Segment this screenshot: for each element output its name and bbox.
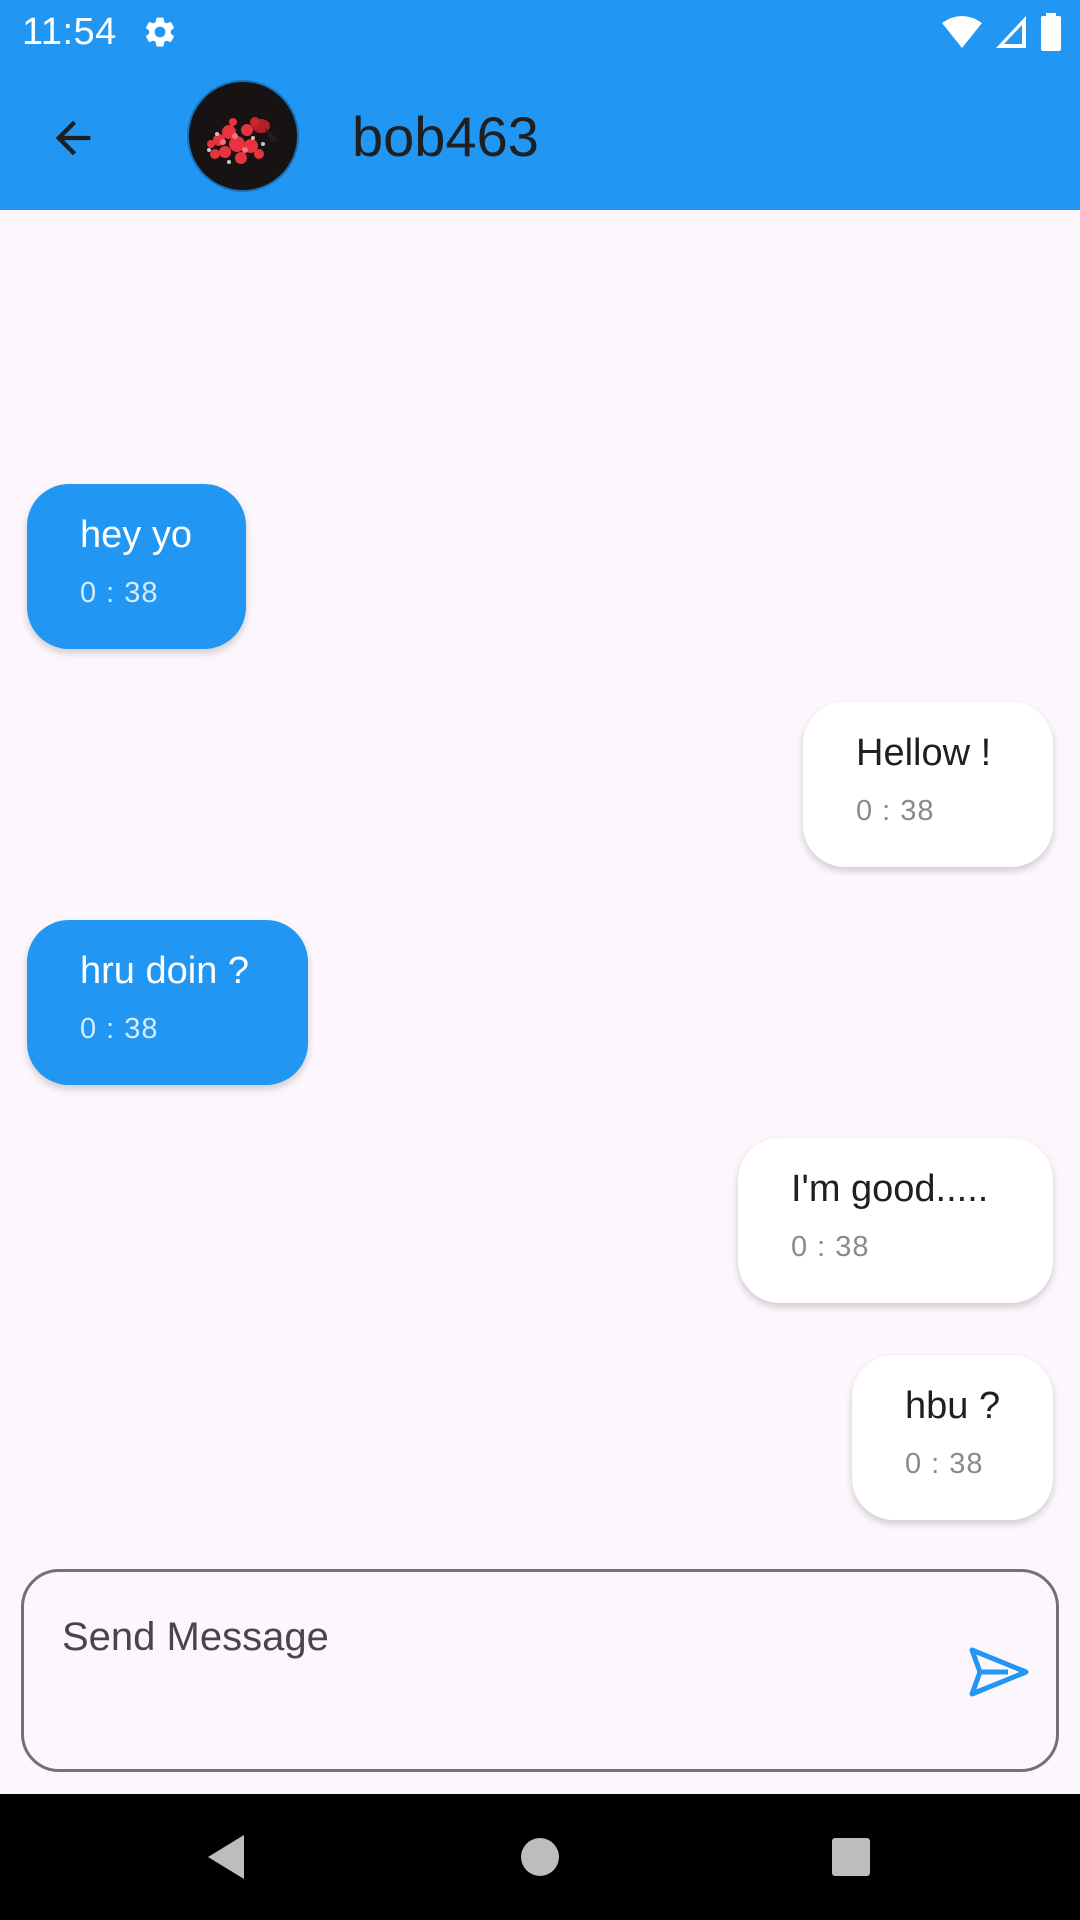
- back-nav-icon: [208, 1835, 244, 1879]
- status-icons: [942, 12, 1062, 52]
- message-text: hey yo: [80, 514, 192, 556]
- message-input[interactable]: [62, 1607, 912, 1667]
- avatar-image: [189, 82, 297, 190]
- message-bubble-incoming[interactable]: hey yo 0 : 38: [27, 484, 246, 649]
- nav-recents-button[interactable]: [811, 1822, 891, 1892]
- back-button[interactable]: [38, 103, 108, 173]
- chat-title: bob463: [352, 105, 539, 168]
- gear-icon: [145, 17, 175, 47]
- message-text: hru doin ?: [80, 950, 250, 992]
- message-time: 0 : 38: [856, 795, 935, 827]
- message-time: 0 : 38: [791, 1231, 870, 1263]
- message-bubble-outgoing[interactable]: I'm good..... 0 : 38: [738, 1138, 1053, 1303]
- message-text: I'm good.....: [791, 1168, 989, 1210]
- status-time: 11:54: [22, 11, 117, 53]
- nav-back-button[interactable]: [186, 1822, 266, 1892]
- message-text: Hellow !: [856, 732, 992, 774]
- message-bubble-outgoing[interactable]: hbu ? 0 : 38: [852, 1355, 1053, 1520]
- nav-home-button[interactable]: [500, 1822, 580, 1892]
- message-time: 0 : 38: [905, 1448, 984, 1480]
- status-bar: 11:54: [0, 0, 1080, 63]
- send-button[interactable]: [964, 1642, 1034, 1702]
- message-time: 0 : 38: [80, 1013, 159, 1045]
- battery-icon: [1041, 13, 1061, 51]
- chat-screen: 11:54 bob463 hey yo 0: 38 Hellow ! 0: …: [0, 0, 1080, 1920]
- message-text: hbu ?: [905, 1385, 1001, 1427]
- home-nav-icon: [521, 1838, 559, 1876]
- message-bubble-outgoing[interactable]: Hellow ! 0 : 38: [803, 702, 1053, 867]
- send-icon: [969, 1647, 1029, 1697]
- message-bubble-incoming[interactable]: hru doin ? 0 : 38: [27, 920, 308, 1085]
- signal-icon: [996, 16, 1026, 48]
- wifi-icon: [942, 16, 982, 48]
- app-bar: bob463: [0, 63, 1080, 210]
- contact-avatar[interactable]: [189, 82, 297, 190]
- arrow-back-icon: [55, 120, 91, 156]
- message-composer: [21, 1569, 1059, 1772]
- navigation-bar: [0, 1794, 1080, 1920]
- message-time: 0 : 38: [80, 577, 159, 609]
- recents-nav-icon: [832, 1838, 870, 1876]
